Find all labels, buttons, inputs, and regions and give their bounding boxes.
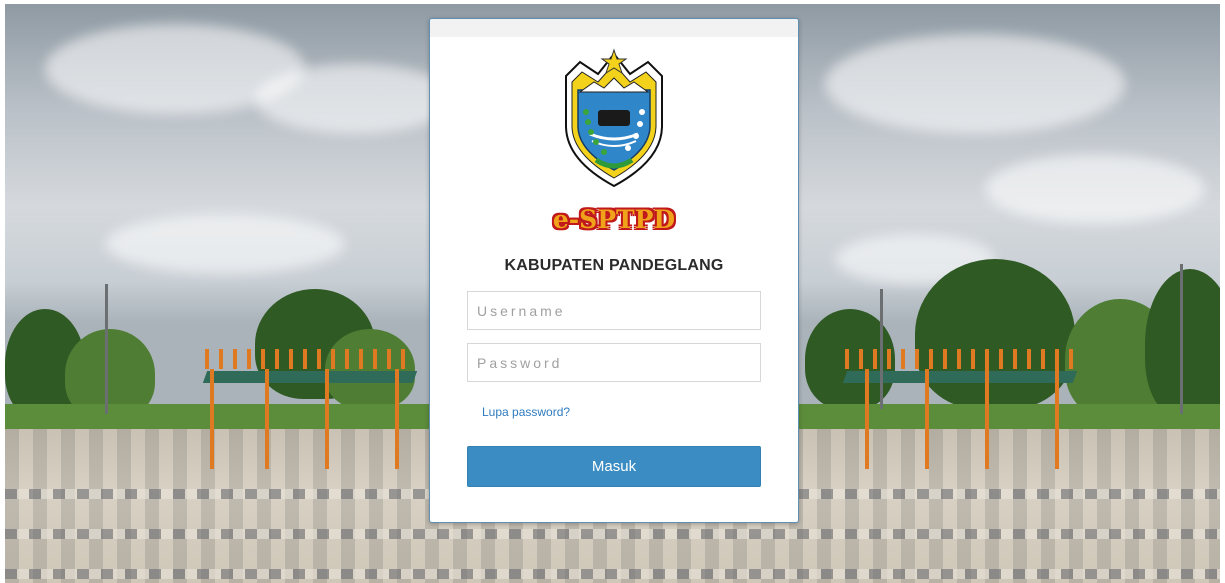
login-button[interactable]: Masuk [467, 446, 761, 487]
username-input[interactable] [467, 291, 761, 330]
card-header-bar [430, 19, 798, 37]
forgot-password-link[interactable]: Lupa password? [482, 405, 570, 419]
crest-icon [565, 48, 663, 188]
app-brand-title: e-SPTPD [552, 205, 676, 234]
password-input[interactable] [467, 343, 761, 382]
login-card: e-SPTPD KABUPATEN PANDEGLANG Lupa passwo… [429, 18, 799, 523]
organization-name: KABUPATEN PANDEGLANG [504, 257, 724, 274]
